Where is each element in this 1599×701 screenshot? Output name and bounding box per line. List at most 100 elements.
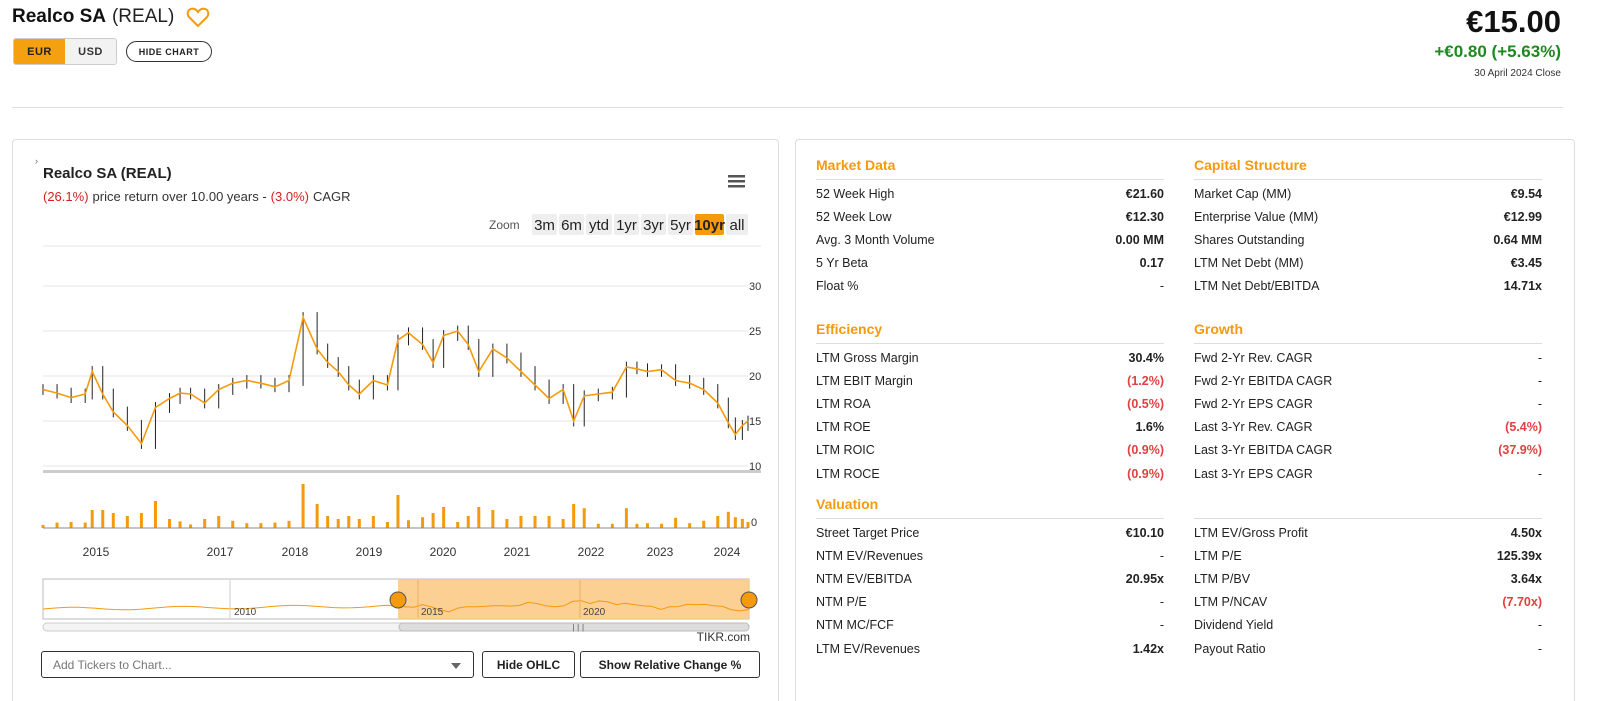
stat-value: (37.9%): [1498, 443, 1542, 458]
market-data-section: Market Data 52 Week High €21.60 52 Week Lo…: [816, 157, 1164, 298]
stat-label: Float %: [816, 279, 859, 294]
zoom-button-5yr[interactable]: 5yr: [670, 217, 691, 234]
volume-bar: [533, 516, 537, 528]
volume-bar: [139, 513, 143, 528]
stat-row: LTM ROIC (0.9%): [816, 439, 1164, 462]
stat-value: €9.54: [1510, 186, 1542, 201]
volume-bar: [456, 522, 460, 528]
valuation-right-title: [1194, 496, 1542, 519]
stats-card: Market Data 52 Week High €21.60 52 Week Lo…: [795, 139, 1575, 701]
stat-row: 52 Week High €21.60: [816, 182, 1164, 205]
stat-label: Shares Outstanding: [1194, 232, 1305, 247]
zoom-button-1yr[interactable]: 1yr: [616, 217, 637, 234]
menu-icon[interactable]: [728, 175, 745, 188]
stat-row: 5 Yr Beta 0.17: [816, 252, 1164, 275]
stat-row: Enterprise Value (MM) €12.99: [1194, 205, 1542, 228]
navigator[interactable]: 2010 2015 2020: [42, 578, 758, 620]
volume-bar: [407, 520, 411, 528]
stat-value: -: [1537, 396, 1542, 411]
stat-label: LTM Net Debt (MM): [1194, 256, 1304, 271]
stat-row: LTM ROE 1.6%: [816, 416, 1164, 439]
stat-row: Float % -: [816, 275, 1164, 298]
volume-bar: [83, 522, 87, 528]
y-tick-label: 15: [749, 416, 761, 428]
stat-label: LTM Net Debt/EBITDA: [1194, 279, 1320, 294]
x-tick-label: 2015: [83, 545, 110, 559]
valuation-section: Valuation Street Target Price €10.10 NTM E…: [816, 496, 1164, 660]
stat-row: Fwd 2-Yr Rev. CAGR -: [1194, 346, 1542, 369]
x-tick-label: 2018: [282, 545, 309, 559]
volume-bar: [726, 511, 730, 528]
stat-row: LTM ROCE (0.9%): [816, 462, 1164, 485]
stat-label: LTM ROIC: [816, 443, 875, 458]
navigator-left-handle[interactable]: [389, 591, 407, 609]
collapse-arrow-icon[interactable]: ›: [35, 156, 38, 166]
stat-row: LTM P/E 125.39x: [1194, 544, 1542, 567]
stat-label: Last 3-Yr EPS CAGR: [1194, 466, 1313, 481]
volume-bar: [326, 516, 330, 528]
growth-title: Growth: [1194, 321, 1542, 344]
navigator-label: 2010: [234, 607, 257, 618]
y-tick-label: 25: [749, 326, 761, 338]
stat-label: LTM ROE: [816, 420, 871, 435]
stat-label: LTM P/E: [1194, 548, 1242, 563]
stat-label: NTM MC/FCF: [816, 618, 894, 633]
volume-bar: [572, 504, 576, 528]
zoom-button-3m[interactable]: 3m: [534, 217, 555, 234]
stat-label: Fwd 2-Yr EPS CAGR: [1194, 396, 1313, 411]
zoom-button-10yr[interactable]: 10yr: [694, 217, 725, 234]
volume-bar: [217, 516, 221, 528]
navigator-selection[interactable]: [398, 579, 749, 619]
currency-eur-button[interactable]: EUR: [14, 39, 65, 64]
zoom-button-3yr[interactable]: 3yr: [643, 217, 664, 234]
current-price: €15.00: [1466, 4, 1561, 39]
heart-icon[interactable]: [186, 6, 210, 28]
volume-bar: [702, 520, 706, 528]
efficiency-section: Efficiency LTM Gross Margin 30.4% LTM EBIT…: [816, 321, 1164, 485]
volume-bar: [740, 519, 744, 528]
relative-change-button[interactable]: Show Relative Change %: [580, 651, 760, 678]
stat-row: LTM ROA (0.5%): [816, 392, 1164, 415]
volume-bar: [315, 504, 319, 528]
x-tick-label: 2023: [647, 545, 674, 559]
volume-bar: [421, 517, 425, 528]
dropdown-caret-icon[interactable]: [451, 663, 461, 669]
navigator-right-handle[interactable]: [740, 591, 758, 609]
stat-label: LTM EBIT Margin: [816, 373, 913, 388]
currency-usd-button[interactable]: USD: [65, 39, 116, 64]
volume-bar: [746, 522, 750, 528]
zoom-button-6m[interactable]: 6m: [561, 217, 582, 234]
navigator-label: 2015: [421, 607, 444, 618]
stat-value: (0.9%): [1127, 443, 1164, 458]
company-title: Realco SA (REAL): [12, 6, 210, 28]
chart-card: › Realco SA (REAL) (26.1%) price return o…: [12, 139, 779, 701]
stat-row: Shares Outstanding 0.64 MM: [1194, 228, 1542, 251]
stat-label: 5 Yr Beta: [816, 256, 868, 271]
stat-label: 52 Week Low: [816, 209, 892, 224]
stat-label: Enterprise Value (MM): [1194, 209, 1319, 224]
stat-value: 125.39x: [1496, 548, 1542, 563]
zoom-button-ytd[interactable]: ytd: [589, 217, 609, 234]
volume-bar: [660, 523, 664, 528]
stat-row: Fwd 2-Yr EPS CAGR -: [1194, 392, 1542, 415]
hide-chart-button[interactable]: HIDE CHART: [126, 41, 212, 62]
volume-bar: [336, 519, 340, 528]
volume-bar: [561, 519, 565, 528]
volume-bar: [153, 501, 157, 528]
stat-value: €21.60: [1125, 186, 1164, 201]
hide-ohlc-button[interactable]: Hide OHLC: [482, 651, 575, 678]
volume-bar: [301, 484, 305, 528]
volume-bar: [69, 522, 73, 528]
volume-bar: [111, 513, 115, 528]
volume-bar: [519, 516, 523, 528]
zoom-button-all[interactable]: all: [729, 217, 744, 234]
price-chart[interactable]: › Realco SA (REAL) (26.1%) price return o…: [13, 140, 780, 646]
x-tick-label: 2022: [578, 545, 605, 559]
x-tick-label: 2019: [356, 545, 383, 559]
add-tickers-input[interactable]: Add Tickers to Chart...: [41, 651, 474, 678]
volume-bar: [442, 507, 446, 528]
header-divider: [12, 107, 1563, 108]
add-tickers-placeholder: Add Tickers to Chart...: [53, 657, 172, 672]
navigator-label: 2020: [583, 607, 606, 618]
stat-row: LTM P/BV 3.64x: [1194, 567, 1542, 590]
